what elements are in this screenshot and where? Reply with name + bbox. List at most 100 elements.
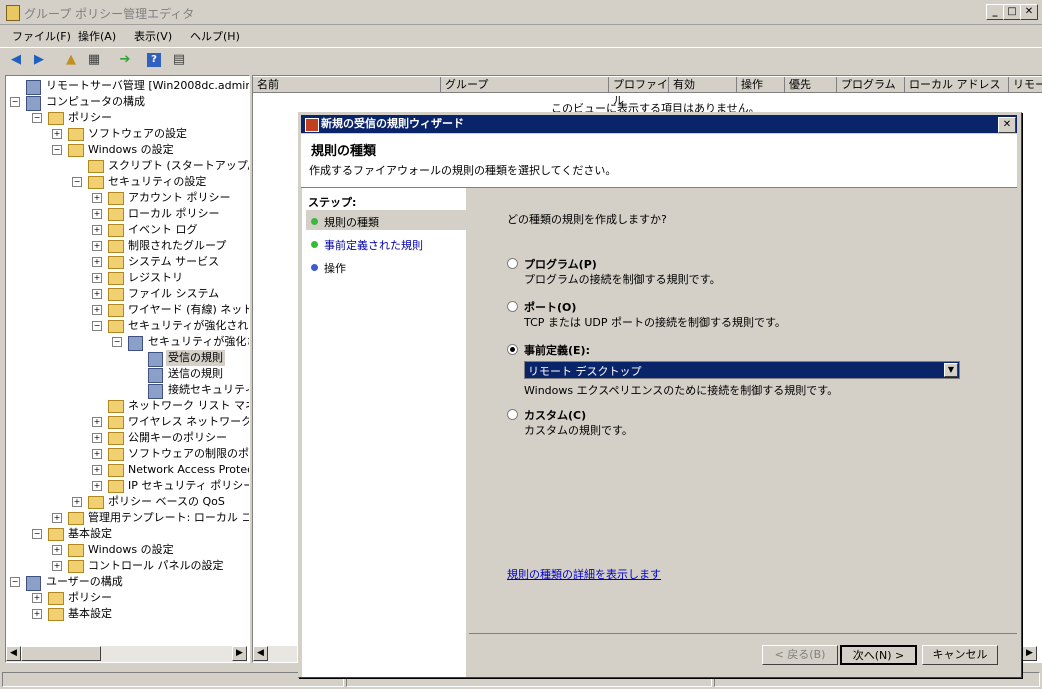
col-group[interactable]: グループ — [441, 77, 609, 93]
menu-file[interactable]: ファイル(F) — [12, 28, 71, 44]
expand-icon[interactable]: + — [92, 481, 102, 491]
option-label-1[interactable]: ポート(O) — [524, 299, 576, 315]
tree-item[interactable]: − ユーザーの構成 — [6, 574, 249, 591]
tree-item[interactable]: − セキュリティが強化され — [6, 334, 249, 351]
expand-icon[interactable]: + — [32, 609, 42, 619]
dialog-close-button[interactable]: ✕ — [998, 117, 1016, 133]
expand-icon[interactable]: + — [92, 241, 102, 251]
collapse-icon[interactable]: − — [32, 529, 42, 539]
cancel-button[interactable]: キャンセル — [922, 645, 998, 665]
step-item-2[interactable]: 操作 — [324, 260, 346, 276]
help-icon[interactable]: ? — [147, 53, 161, 67]
collapse-icon[interactable]: − — [112, 337, 122, 347]
tree-item[interactable]: + ソフトウェアの設定 — [6, 126, 249, 142]
option-radio-2[interactable] — [507, 344, 518, 355]
menu-action[interactable]: 操作(A) — [78, 28, 116, 44]
col-action[interactable]: 操作 — [737, 77, 785, 93]
option-label-2[interactable]: 事前定義(E): — [524, 342, 590, 358]
tree-item[interactable]: 受信の規則 — [6, 350, 249, 367]
tree-item[interactable]: + IP セキュリティ ポリシー (A — [6, 478, 249, 494]
back-icon[interactable]: ◀ — [7, 51, 25, 69]
tree-item[interactable]: + コントロール パネルの設定 — [6, 558, 249, 574]
tree-item[interactable]: + ポリシー ベースの QoS — [6, 494, 249, 510]
tree-hscrollbar[interactable]: ◀ ▶ — [6, 646, 247, 662]
expand-icon[interactable]: + — [52, 513, 62, 523]
collapse-icon[interactable]: − — [52, 145, 62, 155]
expand-icon[interactable]: + — [92, 433, 102, 443]
list-scroll-right-icon[interactable]: ▶ — [1022, 646, 1037, 661]
collapse-icon[interactable]: − — [10, 97, 20, 107]
tree-item[interactable]: + イベント ログ — [6, 222, 249, 238]
option-radio-1[interactable] — [507, 301, 518, 312]
tree-item[interactable]: + Network Access Protec — [6, 462, 249, 478]
tree-item[interactable]: − セキュリティの設定 — [6, 174, 249, 190]
tree-scroll-thumb[interactable] — [21, 646, 101, 661]
expand-icon[interactable]: + — [92, 225, 102, 235]
expand-icon[interactable]: + — [52, 129, 62, 139]
col-override[interactable]: 優先 — [785, 77, 837, 93]
back-button[interactable]: < 戻る(B) — [762, 645, 838, 665]
option-radio-3[interactable] — [507, 409, 518, 420]
expand-icon[interactable]: + — [92, 449, 102, 459]
expand-icon[interactable]: + — [92, 289, 102, 299]
tree-item[interactable]: − Windows の設定 — [6, 142, 249, 158]
collapse-icon[interactable]: − — [72, 177, 82, 187]
col-remote[interactable]: リモー — [1009, 77, 1042, 93]
tree-item[interactable]: − 基本設定 — [6, 526, 249, 542]
option-label-0[interactable]: プログラム(P) — [524, 256, 597, 272]
export-list-icon[interactable]: ➔ — [116, 51, 134, 69]
expand-icon[interactable]: + — [92, 193, 102, 203]
tree-item[interactable]: + システム サービス — [6, 254, 249, 270]
expand-icon[interactable]: + — [92, 465, 102, 475]
properties-icon[interactable]: ▤ — [170, 51, 188, 69]
option-radio-0[interactable] — [507, 258, 518, 269]
tree-item[interactable]: ネットワーク リスト マネージ — [6, 398, 249, 414]
close-button[interactable]: ✕ — [1020, 4, 1038, 20]
maximize-button[interactable]: □ — [1003, 4, 1021, 20]
collapse-icon[interactable]: − — [10, 577, 20, 587]
predefined-dropdown[interactable]: リモート デスクトップ ▼ — [524, 361, 960, 379]
list-scroll-left-icon[interactable]: ◀ — [253, 646, 268, 661]
tree-item[interactable]: + アカウント ポリシー — [6, 190, 249, 206]
collapse-icon[interactable]: − — [92, 321, 102, 331]
tree-item[interactable]: − セキュリティが強化された W — [6, 318, 249, 334]
scroll-right-icon[interactable]: ▶ — [232, 646, 247, 661]
tree-item[interactable]: + ローカル ポリシー — [6, 206, 249, 222]
next-button[interactable]: 次へ(N) > — [840, 645, 917, 665]
minimize-button[interactable]: _ — [986, 4, 1004, 20]
expand-icon[interactable]: + — [32, 593, 42, 603]
col-profile[interactable]: プロファイル — [609, 77, 669, 107]
tree-item[interactable]: + 公開キーのポリシー — [6, 430, 249, 446]
step-item-1[interactable]: 事前定義された規則 — [324, 237, 423, 253]
tree-item[interactable]: + ワイヤード (有線) ネットワ — [6, 302, 249, 318]
expand-icon[interactable]: + — [72, 497, 82, 507]
tree-item[interactable]: 接続セキュリティの — [6, 382, 249, 399]
tree-item[interactable]: + ファイル システム — [6, 286, 249, 302]
expand-icon[interactable]: + — [92, 273, 102, 283]
step-item-0[interactable]: 規則の種類 — [324, 214, 379, 230]
menu-view[interactable]: 表示(V) — [134, 28, 172, 44]
col-name[interactable]: 名前 — [253, 77, 441, 93]
expand-icon[interactable]: + — [52, 561, 62, 571]
expand-icon[interactable]: + — [52, 545, 62, 555]
show-hide-tree-icon[interactable]: ▦ — [85, 51, 103, 69]
tree-item[interactable]: + ポリシー — [6, 590, 249, 606]
dropdown-arrow-icon[interactable]: ▼ — [944, 363, 958, 377]
expand-icon[interactable]: + — [92, 257, 102, 267]
menu-help[interactable]: ヘルプ(H) — [190, 28, 240, 44]
collapse-icon[interactable]: − — [32, 113, 42, 123]
col-local-address[interactable]: ローカル アドレス — [905, 77, 1009, 93]
expand-icon[interactable]: + — [92, 209, 102, 219]
rule-type-help-link[interactable]: 規則の種類の詳細を表示します — [507, 566, 661, 582]
tree-item[interactable]: 送信の規則 — [6, 366, 249, 383]
option-label-3[interactable]: カスタム(C) — [524, 407, 586, 423]
tree-item[interactable]: + レジストリ — [6, 270, 249, 286]
expand-icon[interactable]: + — [92, 305, 102, 315]
tree-item[interactable]: + 管理用テンプレート: ローカル コンピ — [6, 510, 249, 526]
scroll-left-icon[interactable]: ◀ — [6, 646, 21, 661]
tree-item[interactable]: + ソフトウェアの制限のポリシ — [6, 446, 249, 462]
col-enabled[interactable]: 有効 — [669, 77, 737, 93]
tree-item[interactable]: + Windows の設定 — [6, 542, 249, 558]
up-folder-icon[interactable]: ▲ — [62, 51, 80, 69]
tree-item[interactable]: − ポリシー — [6, 110, 249, 126]
